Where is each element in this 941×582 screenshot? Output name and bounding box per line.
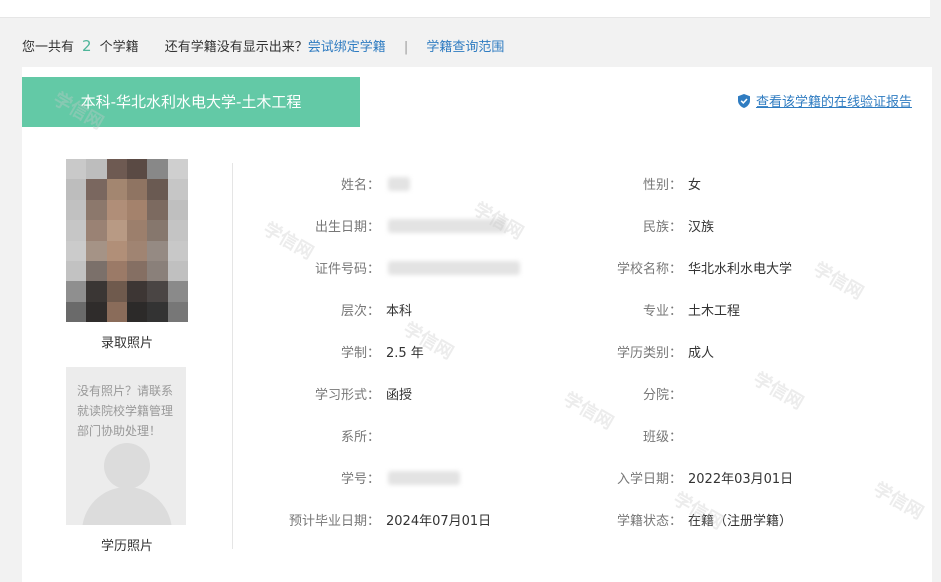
- degree-photo-placeholder: 没有照片？请联系就读院校学籍管理部门协助处理！: [66, 367, 186, 525]
- field-label: 学籍状态：: [616, 514, 682, 529]
- field-2: 证件号码：: [222, 258, 520, 277]
- field-label: 专业：: [642, 304, 682, 319]
- link-separator: |: [403, 40, 409, 55]
- field-value: 本科: [386, 304, 413, 319]
- watermark: 学信网: [749, 368, 807, 414]
- field-label: 民族：: [642, 220, 682, 235]
- missing-question: 还有学籍没有显示出来？: [164, 40, 308, 55]
- field-value: 土木工程: [688, 304, 741, 319]
- no-photo-message: 没有照片？请联系就读院校学籍管理部门协助处理！: [77, 384, 174, 438]
- field-1: 出生日期：: [222, 216, 506, 235]
- field-label: 预计毕业日期：: [288, 514, 380, 529]
- field-label: 学历类别：: [616, 346, 682, 361]
- field-right-3: 专业： 土木工程: [582, 300, 740, 319]
- verify-report-label: 查看该学籍的在线验证报告: [755, 95, 912, 110]
- field-label: 分院：: [642, 388, 682, 403]
- field-value: 2.5 年: [386, 346, 424, 361]
- field-label: 学校名称：: [616, 262, 682, 277]
- field-value: 函授: [386, 388, 413, 403]
- redacted-value: [388, 470, 460, 485]
- field-3: 层次： 本科: [222, 300, 412, 319]
- enrollment-count: 2: [82, 37, 92, 55]
- bind-enrollment-link[interactable]: 尝试绑定学籍: [308, 40, 386, 55]
- field-label: 出生日期：: [314, 220, 380, 235]
- degree-photo-label: 学历照片: [100, 539, 153, 554]
- field-value: 2024年07月01日: [386, 514, 492, 529]
- admission-photo: [66, 159, 188, 322]
- summary-suffix: 个学籍: [99, 40, 139, 55]
- redacted-value: [388, 260, 520, 275]
- field-right-1: 民族： 汉族: [582, 216, 714, 235]
- avatar-placeholder-icon: [104, 443, 150, 489]
- field-label: 层次：: [340, 304, 380, 319]
- enrollment-summary: 您一共有 2 个学籍 还有学籍没有显示出来？尝试绑定学籍 | 学籍查询范围: [22, 36, 504, 55]
- top-strip: [0, 0, 930, 18]
- field-value: 汉族: [688, 220, 715, 235]
- field-0: 姓名：: [222, 174, 410, 193]
- field-right-5: 分院：: [582, 384, 688, 403]
- field-label: 性别：: [642, 178, 682, 193]
- field-8: 预计毕业日期： 2024年07月01日: [222, 510, 491, 529]
- summary-prefix: 您一共有: [22, 40, 75, 55]
- field-right-7: 入学日期： 2022年03月01日: [582, 468, 793, 487]
- field-6: 系所：: [222, 426, 386, 445]
- field-label: 学号：: [340, 472, 380, 487]
- redacted-value: [388, 218, 506, 233]
- field-value: 成人: [688, 346, 715, 361]
- admission-photo-label: 录取照片: [100, 336, 153, 351]
- query-scope-link[interactable]: 学籍查询范围: [426, 40, 504, 55]
- field-label: 班级：: [642, 430, 682, 445]
- field-4: 学制： 2.5 年: [222, 342, 424, 361]
- field-label: 入学日期：: [616, 472, 682, 487]
- field-right-6: 班级：: [582, 426, 688, 445]
- field-right-0: 性别： 女: [582, 174, 701, 193]
- verify-report-link[interactable]: 查看该学籍的在线验证报告: [737, 91, 912, 110]
- field-label: 学制：: [340, 346, 380, 361]
- field-7: 学号：: [222, 468, 460, 487]
- redacted-value: [388, 176, 410, 191]
- field-value: 在籍（注册学籍）: [688, 514, 793, 529]
- field-right-8: 学籍状态： 在籍（注册学籍）: [582, 510, 792, 529]
- watermark: 学信网: [869, 478, 927, 524]
- field-right-4: 学历类别： 成人: [582, 342, 714, 361]
- enrollment-card: 本科-华北水利水电大学-土木工程 查看该学籍的在线验证报告 录取照片 没有照片？…: [22, 67, 932, 582]
- watermark: 学信网: [809, 258, 867, 304]
- field-label: 系所：: [340, 430, 380, 445]
- field-value: 华北水利水电大学: [688, 262, 793, 277]
- field-value: 2022年03月01日: [688, 472, 794, 487]
- field-label: 证件号码：: [314, 262, 380, 277]
- field-5: 学习形式： 函授: [222, 384, 412, 403]
- card-title: 本科-华北水利水电大学-土木工程: [22, 77, 360, 127]
- field-right-2: 学校名称： 华北水利水电大学: [582, 258, 792, 277]
- field-value: 女: [688, 178, 702, 193]
- field-label: 姓名：: [340, 178, 380, 193]
- field-label: 学习形式：: [314, 388, 380, 403]
- photo-column: 录取照片 没有照片？请联系就读院校学籍管理部门协助处理！ 学历照片: [66, 159, 188, 554]
- shield-check-icon: [737, 93, 750, 108]
